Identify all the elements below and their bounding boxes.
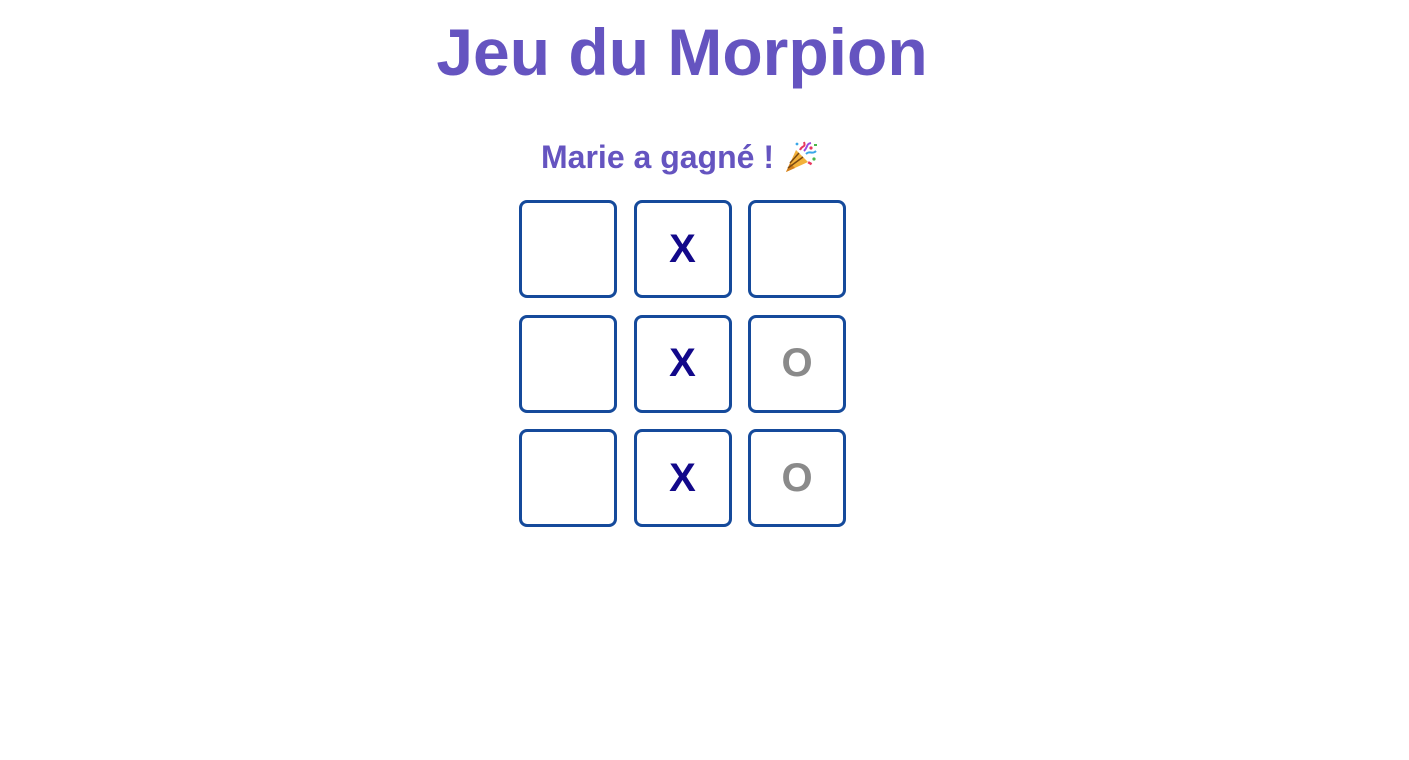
board-cell-4[interactable] <box>519 314 617 413</box>
board-cell-3[interactable] <box>748 200 846 298</box>
board-cell-9[interactable]: O <box>748 429 846 527</box>
game-board: X X O X O <box>519 200 846 527</box>
party-popper-icon <box>785 141 817 172</box>
board-cell-8[interactable]: X <box>633 429 732 527</box>
board-cell-5[interactable]: X <box>633 314 732 413</box>
board-cell-2[interactable]: X <box>633 200 732 298</box>
game-status: Marie a gagné ! <box>0 138 1359 176</box>
board-cell-1[interactable] <box>519 200 617 298</box>
board-cell-7[interactable] <box>519 429 617 527</box>
status-text: Marie a gagné ! <box>541 139 774 175</box>
board-cell-6[interactable]: O <box>748 314 846 413</box>
game-page: Jeu du Morpion Marie a gagné ! X X O X O <box>0 0 1409 760</box>
page-title: Jeu du Morpion <box>436 15 928 89</box>
